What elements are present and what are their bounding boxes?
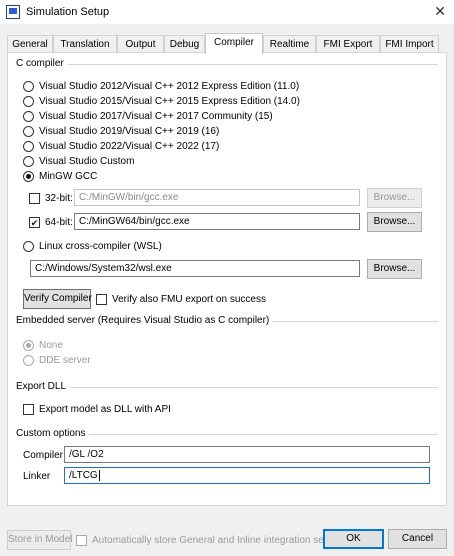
checkbox-label: Export model as DLL with API xyxy=(39,403,171,415)
radio-button[interactable] xyxy=(23,125,34,137)
browse-32bit-button[interactable]: Browse... xyxy=(367,188,422,208)
radio-mingw-gcc[interactable]: MinGW GCC xyxy=(23,169,97,183)
dialog-body: General Translation Output Debug Compile… xyxy=(0,24,454,556)
app-icon xyxy=(6,5,20,19)
checkbox-label: Automatically store General and Inline i… xyxy=(92,534,348,546)
checkbox[interactable] xyxy=(96,293,107,305)
linker-options-input[interactable]: /LTCG xyxy=(64,467,430,484)
compiler-options-label: Compiler xyxy=(23,450,64,461)
tab-output[interactable]: Output xyxy=(117,35,164,53)
group-divider xyxy=(62,64,438,65)
compiler-panel: C compiler Visual Studio 2012/Visual C++… xyxy=(7,52,447,506)
tab-translation[interactable]: Translation xyxy=(53,35,117,53)
radio-label: Visual Studio 2012/Visual C++ 2012 Expre… xyxy=(39,80,300,92)
radio-button[interactable] xyxy=(23,240,34,252)
gcc-32bit-path-input[interactable]: C:/MinGW/bin/gcc.exe xyxy=(74,189,360,206)
text-caret xyxy=(98,469,100,481)
group-divider xyxy=(86,434,438,435)
ok-button[interactable]: OK xyxy=(323,529,384,549)
radio-button[interactable] xyxy=(23,80,34,92)
radio-button[interactable] xyxy=(23,155,34,167)
compiler-options-input[interactable]: /GL /O2 xyxy=(64,446,430,463)
radio-label: Visual Studio Custom xyxy=(39,155,135,167)
browse-wsl-button[interactable]: Browse... xyxy=(367,259,422,279)
checkbox-64bit[interactable]: 64-bit: xyxy=(29,215,73,229)
checkbox-label: 64-bit: xyxy=(45,216,73,228)
radio-vs2012[interactable]: Visual Studio 2012/Visual C++ 2012 Expre… xyxy=(23,79,299,93)
group-divider xyxy=(66,387,438,388)
radio-button[interactable] xyxy=(23,339,34,351)
radio-button[interactable] xyxy=(23,95,34,107)
custom-options-group-label: Custom options xyxy=(16,428,90,439)
radio-button[interactable] xyxy=(23,354,34,366)
tab-compiler[interactable]: Compiler xyxy=(205,33,263,54)
radio-button[interactable] xyxy=(23,140,34,152)
checkbox[interactable] xyxy=(23,403,34,415)
radio-vs2017[interactable]: Visual Studio 2017/Visual C++ 2017 Commu… xyxy=(23,109,273,123)
verify-compiler-button[interactable]: Verify Compiler xyxy=(23,289,92,309)
linker-options-value: /LTCG xyxy=(69,470,98,481)
c-compiler-group-label: C compiler xyxy=(16,58,68,69)
tab-bar: General Translation Output Debug Compile… xyxy=(7,33,447,54)
checkbox-export-dll[interactable]: Export model as DLL with API xyxy=(23,402,171,416)
checkbox-auto-store[interactable]: Automatically store General and Inline i… xyxy=(76,533,348,547)
gcc-64bit-path-input[interactable]: C:/MinGW64/bin/gcc.exe xyxy=(74,213,360,230)
embedded-server-group-label: Embedded server (Requires Visual Studio … xyxy=(16,315,274,326)
tab-general[interactable]: General xyxy=(7,35,53,53)
radio-vs2019[interactable]: Visual Studio 2019/Visual C++ 2019 (16) xyxy=(23,124,219,138)
radio-label: Visual Studio 2022/Visual C++ 2022 (17) xyxy=(39,140,220,152)
checkbox-label: 32-bit: xyxy=(45,192,73,204)
close-icon[interactable]: ✕ xyxy=(434,3,446,20)
radio-label: Linux cross-compiler (WSL) xyxy=(39,240,162,252)
tab-fmi-export[interactable]: FMI Export xyxy=(316,35,380,53)
tab-debug[interactable]: Debug xyxy=(164,35,205,53)
radio-label: Visual Studio 2019/Visual C++ 2019 (16) xyxy=(39,125,220,137)
radio-label: MinGW GCC xyxy=(39,170,98,182)
radio-vs2015[interactable]: Visual Studio 2015/Visual C++ 2015 Expre… xyxy=(23,94,300,108)
export-dll-group-label: Export DLL xyxy=(16,381,71,392)
radio-server-dde[interactable]: DDE server xyxy=(23,353,91,367)
title-bar: Simulation Setup ✕ xyxy=(0,0,454,24)
radio-button[interactable] xyxy=(23,110,34,122)
radio-label: Visual Studio 2017/Visual C++ 2017 Commu… xyxy=(39,110,273,122)
radio-label: Visual Studio 2015/Visual C++ 2015 Expre… xyxy=(39,95,300,107)
tab-realtime[interactable]: Realtime xyxy=(263,35,316,53)
checkbox-label: Verify also FMU export on success xyxy=(112,293,266,305)
checkbox[interactable] xyxy=(29,192,40,204)
checkbox[interactable] xyxy=(76,534,87,546)
linker-options-label: Linker xyxy=(23,471,51,482)
checkbox[interactable] xyxy=(29,216,40,228)
radio-label: None xyxy=(39,339,63,351)
radio-server-none[interactable]: None xyxy=(23,338,63,352)
window-title: Simulation Setup xyxy=(26,6,110,18)
checkbox-32bit[interactable]: 32-bit: xyxy=(29,191,73,205)
radio-button[interactable] xyxy=(23,170,34,182)
checkbox-verify-fmu[interactable]: Verify also FMU export on success xyxy=(96,292,266,306)
cancel-button[interactable]: Cancel xyxy=(388,529,447,549)
browse-64bit-button[interactable]: Browse... xyxy=(367,212,422,232)
wsl-path-input[interactable]: C:/Windows/System32/wsl.exe xyxy=(30,260,360,277)
radio-vs2022[interactable]: Visual Studio 2022/Visual C++ 2022 (17) xyxy=(23,139,219,153)
radio-vs-custom[interactable]: Visual Studio Custom xyxy=(23,154,134,168)
radio-label: DDE server xyxy=(39,354,91,366)
store-in-model-button[interactable]: Store in Model xyxy=(7,530,72,550)
radio-linux-wsl[interactable]: Linux cross-compiler (WSL) xyxy=(23,239,162,253)
tab-fmi-import[interactable]: FMI Import xyxy=(380,35,439,53)
